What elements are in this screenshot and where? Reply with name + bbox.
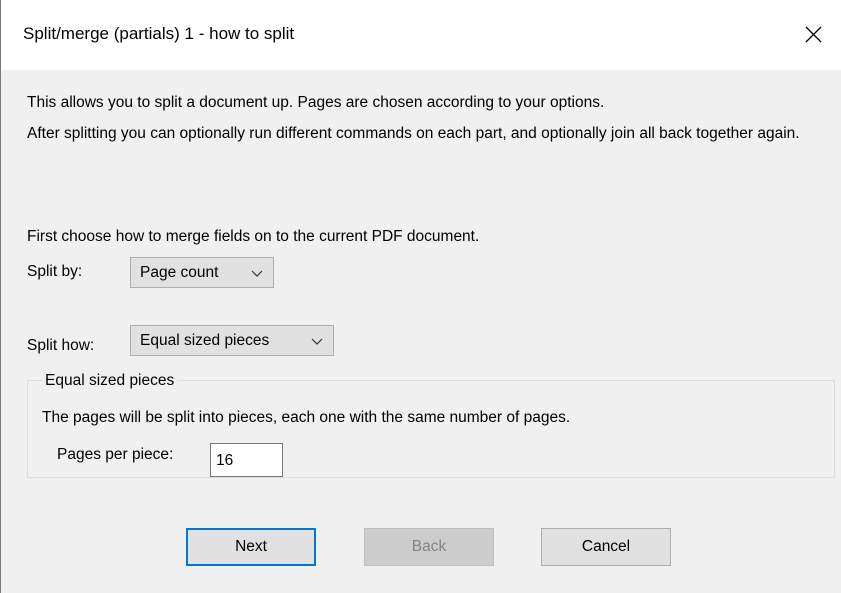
split-how-value: Equal sized pieces [140,332,270,349]
title-bar: Split/merge (partials) 1 - how to split [1,0,841,70]
chevron-down-icon [251,270,263,277]
dialog-window: Split/merge (partials) 1 - how to split … [0,0,841,593]
group-title: Equal sized pieces [42,372,178,390]
chevron-down-icon [311,338,323,345]
pages-per-piece-input[interactable]: 16 [210,443,283,477]
cancel-button[interactable]: Cancel [541,528,671,566]
close-icon [805,26,822,43]
split-how-label: Split how: [27,337,95,354]
split-by-dropdown[interactable]: Page count [130,257,274,288]
intro-text-line2: After splitting you can optionally run d… [27,125,800,142]
next-button[interactable]: Next [186,528,316,566]
split-how-dropdown[interactable]: Equal sized pieces [130,325,334,356]
pages-per-piece-value: 16 [216,452,234,469]
window-title: Split/merge (partials) 1 - how to split [23,24,295,43]
intro-text-line1: This allows you to split a document up. … [27,94,605,111]
close-button[interactable] [785,0,841,70]
back-button[interactable]: Back [364,528,494,566]
group-description: The pages will be split into pieces, eac… [42,409,571,426]
pages-per-piece-label: Pages per piece: [57,446,174,463]
merge-instruction: First choose how to merge fields on to t… [27,228,480,245]
split-by-value: Page count [140,264,219,281]
split-by-label: Split by: [27,263,83,280]
